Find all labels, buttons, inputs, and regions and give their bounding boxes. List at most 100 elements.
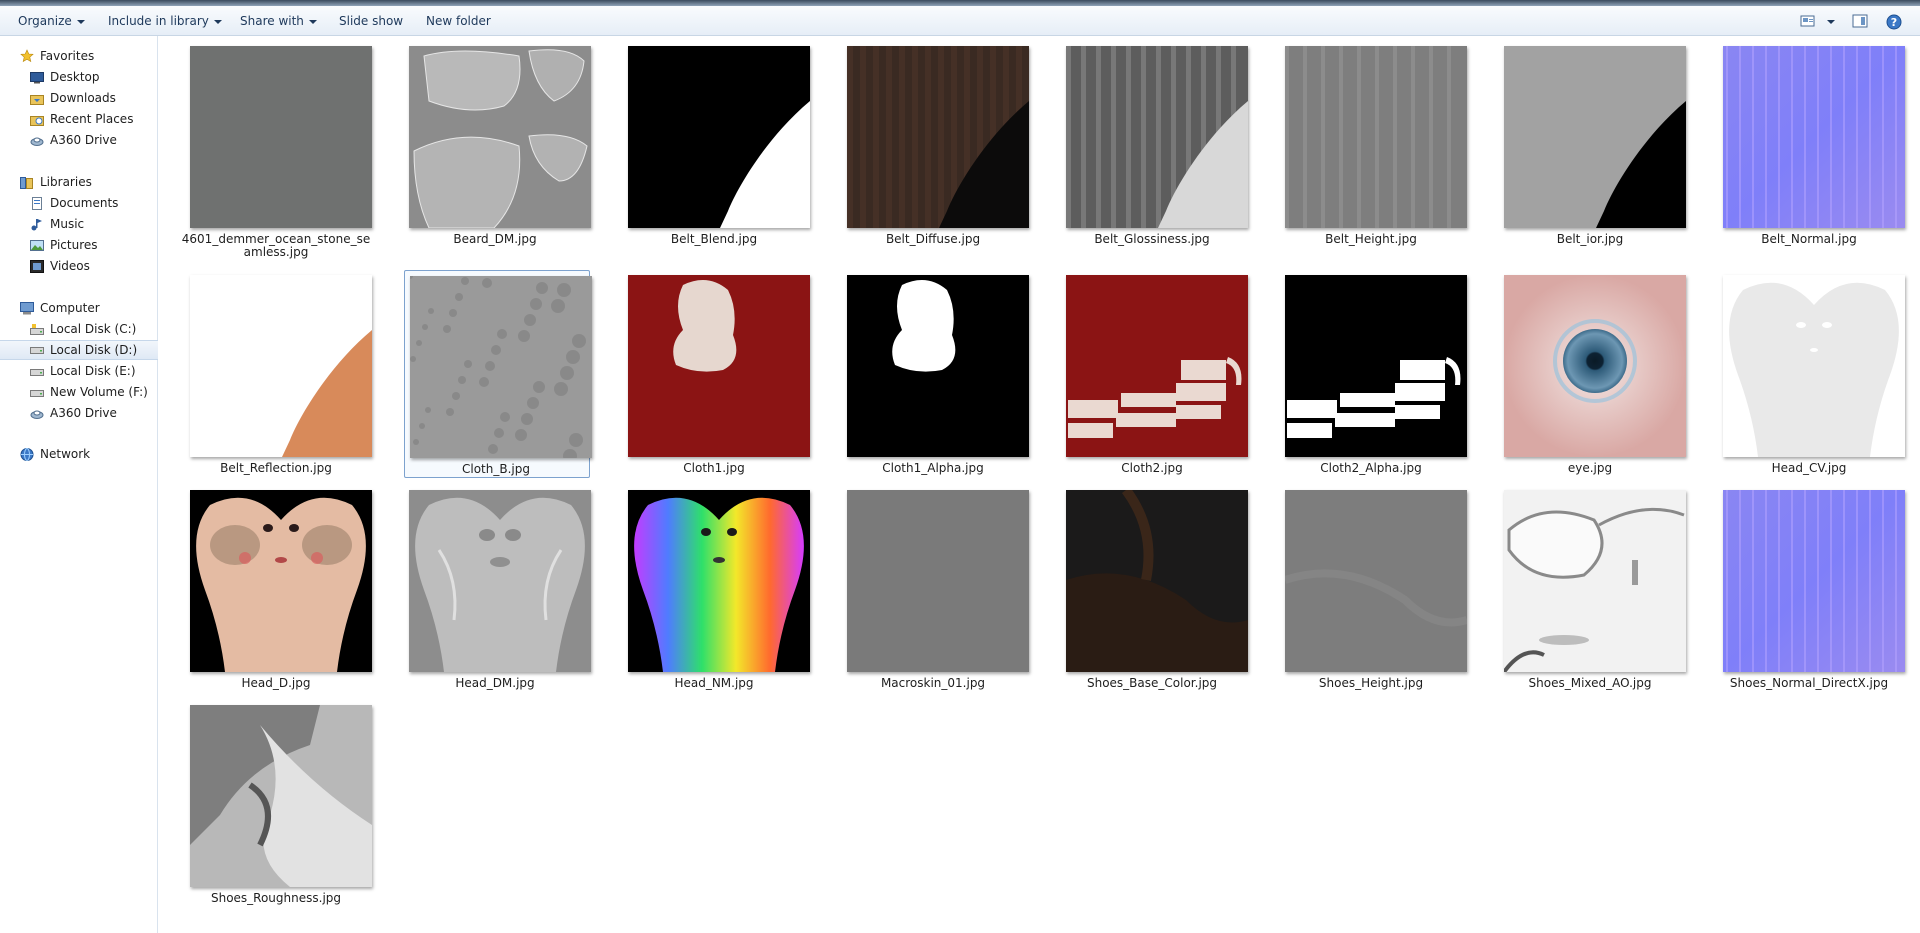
new-folder-button[interactable]: New folder [426,12,491,30]
file-thumbnail [1285,46,1467,228]
file-item[interactable]: Head_DM.jpg [404,485,591,693]
nav-local-disk-c[interactable]: Local Disk (C:) [0,319,158,339]
file-item[interactable]: Cloth2.jpg [1061,270,1248,478]
file-thumbnail [409,490,591,672]
documents-icon [30,196,44,210]
file-item[interactable]: Shoes_Base_Color.jpg [1061,485,1248,693]
file-item[interactable]: Belt_Normal.jpg [1718,41,1905,249]
slide-show-button[interactable]: Slide show [339,12,403,30]
nav-videos[interactable]: Videos [0,256,158,276]
file-thumbnail [1504,46,1686,228]
nav-network-label: Network [40,447,91,461]
file-thumbnail [1504,275,1686,457]
file-item[interactable]: Cloth1.jpg [623,270,810,478]
share-with-button[interactable]: Share with [240,12,317,30]
nav-computer-label: Computer [40,301,100,315]
include-in-library-button[interactable]: Include in library [108,12,222,30]
nav-a360-drive-label: A360 Drive [50,406,117,420]
organize-button[interactable]: Organize [18,12,85,30]
nav-libraries-label: Libraries [40,175,92,189]
nav-pictures-label: Pictures [50,238,98,252]
file-thumbnail [628,490,810,672]
cloud-drive-icon [30,406,44,419]
navigation-pane: Favorites Desktop Downloads Recent Place… [0,36,158,933]
file-name: Belt_Diffuse.jpg [885,232,981,246]
nav-network[interactable]: Network [0,444,158,464]
drive-icon [30,364,44,377]
file-item[interactable]: Shoes_Roughness.jpg [185,700,372,908]
file-name: Cloth1.jpg [683,461,745,475]
nav-documents-label: Documents [50,196,119,210]
chevron-down-icon [213,19,222,24]
nav-documents[interactable]: Documents [0,193,158,213]
nav-a360-drive-favorite[interactable]: A360 Drive [0,130,158,150]
nav-libraries[interactable]: Libraries [0,172,158,192]
file-item[interactable]: Shoes_Height.jpg [1280,485,1467,693]
nav-recent-places[interactable]: Recent Places [0,109,158,129]
star-icon [20,49,34,63]
nav-new-volume-f[interactable]: New Volume (F:) [0,382,158,402]
preview-pane-icon[interactable] [1852,14,1868,28]
file-item[interactable]: Belt_Glossiness.jpg [1061,41,1248,249]
file-item[interactable]: Belt_Reflection.jpg [185,270,372,478]
nav-downloads[interactable]: Downloads [0,88,158,108]
include-in-library-label: Include in library [108,14,209,28]
file-name: Cloth_B.jpg [462,462,530,476]
file-item[interactable]: Cloth1_Alpha.jpg [842,270,1029,478]
nav-local-disk-d-label: Local Disk (D:) [50,343,138,357]
file-thumbnail [1066,46,1248,228]
file-item[interactable]: Belt_Blend.jpg [623,41,810,249]
file-thumbnail [410,276,592,458]
nav-local-disk-d[interactable]: Local Disk (D:) [0,340,158,360]
file-item[interactable]: Belt_Diffuse.jpg [842,41,1029,249]
change-view-icon[interactable] [1800,14,1816,28]
file-name: Head_DM.jpg [455,676,535,690]
libraries-icon [20,175,34,189]
file-item[interactable]: Beard_DM.jpg [404,41,591,249]
file-item[interactable]: Head_CV.jpg [1718,270,1905,478]
nav-music[interactable]: Music [0,214,158,234]
file-name: Belt_Reflection.jpg [220,461,332,475]
nav-local-disk-e[interactable]: Local Disk (E:) [0,361,158,381]
file-name: Shoes_Roughness.jpg [210,891,342,905]
file-thumbnail [190,46,372,228]
nav-favorites[interactable]: Favorites [0,46,158,66]
file-item[interactable]: Head_D.jpg [185,485,372,693]
file-item[interactable]: Cloth_B.jpg [404,270,592,478]
nav-desktop[interactable]: Desktop [0,67,158,87]
new-folder-label: New folder [426,14,491,28]
nav-a360-drive-computer[interactable]: A360 Drive [0,403,158,423]
organize-label: Organize [18,14,72,28]
svg-text:?: ? [1891,16,1897,29]
file-item[interactable]: eye.jpg [1499,270,1686,478]
file-item[interactable]: Head_NM.jpg [623,485,810,693]
music-icon [30,217,44,231]
file-item[interactable]: Shoes_Normal_DirectX.jpg [1718,485,1905,693]
nav-pictures[interactable]: Pictures [0,235,158,255]
help-icon[interactable]: ? [1886,14,1902,30]
drive-icon [30,385,44,398]
file-item[interactable]: 4601_demmer_ocean_stone_seamless.jpg [182,41,372,259]
file-item[interactable]: Macroskin_01.jpg [842,485,1029,693]
file-item[interactable]: Cloth2_Alpha.jpg [1280,270,1467,478]
file-name: Belt_Blend.jpg [670,232,758,246]
pictures-icon [30,238,44,251]
file-name: Cloth1_Alpha.jpg [882,461,984,475]
file-thumbnail [628,275,810,457]
file-name: Belt_Glossiness.jpg [1094,232,1210,246]
drive-icon [30,322,44,335]
nav-computer[interactable]: Computer [0,298,158,318]
network-icon [20,447,34,461]
chevron-down-icon [308,19,317,24]
file-item[interactable]: Belt_ior.jpg [1499,41,1686,249]
nav-favorites-label: Favorites [40,49,95,63]
file-item[interactable]: Shoes_Mixed_AO.jpg [1499,485,1686,693]
nav-recent-places-label: Recent Places [50,112,134,126]
file-name: Macroskin_01.jpg [880,676,986,690]
cloud-drive-icon [30,133,44,146]
view-options-dropdown[interactable] [1822,14,1835,28]
drive-icon [30,343,44,356]
file-name: Belt_ior.jpg [1556,232,1624,246]
file-name: Belt_Height.jpg [1325,232,1417,246]
file-item[interactable]: Belt_Height.jpg [1280,41,1467,249]
